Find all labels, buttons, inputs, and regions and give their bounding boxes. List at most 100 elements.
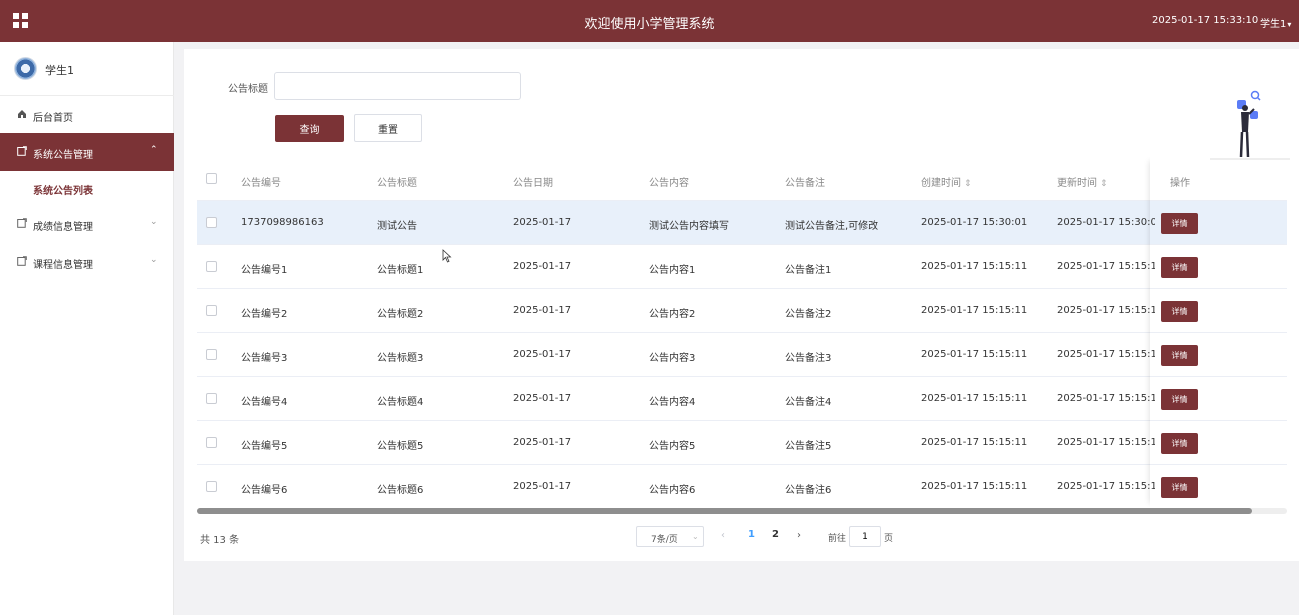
chevron-down-icon: ⌄ — [150, 255, 158, 265]
table-cell: 1737098986163 — [241, 217, 324, 228]
home-icon — [18, 110, 26, 118]
table-cell: 公告备注4 — [785, 397, 832, 408]
table-cell: 测试公告备注,可修改 — [785, 221, 879, 232]
column-header-sortable[interactable]: 创建时间 ⇕ — [921, 174, 1051, 189]
page-size-value: 7条/页 — [651, 535, 678, 545]
top-bar: 欢迎使用小学管理系统 2025-01-17 15:33:10 学生1▾ — [0, 0, 1299, 42]
table-row[interactable]: 公告编号6 公告标题6 2025-01-17 公告内容6 公告备注6 2025-01-17… — [197, 465, 1287, 507]
table-cell: 公告标题5 — [377, 441, 424, 452]
row-checkbox[interactable] — [206, 437, 217, 448]
table-cell: 2025-01-17 15:15:11 — [921, 481, 1028, 492]
sidebar-item-home[interactable]: 后台首页 — [0, 96, 174, 134]
sort-icon[interactable]: ⇕ — [1100, 179, 1108, 189]
table-cell: 2025-01-17 15:15:11 — [921, 349, 1028, 360]
main-card: 公告标题 查询 重置 公告编号 公告标题 公告日期 公告内容 公告备注 创建时间… — [184, 49, 1299, 561]
goto-label: 前往 — [828, 534, 847, 544]
row-checkbox[interactable] — [206, 481, 217, 492]
profile-name: 学生1 — [45, 64, 74, 77]
page-2-button[interactable]: 2 — [772, 529, 779, 540]
table-cell: 公告备注1 — [785, 265, 832, 276]
edit-icon — [17, 146, 27, 156]
goto-suffix: 页 — [884, 534, 894, 544]
chevron-up-icon: ⌃ — [150, 145, 158, 155]
table-row[interactable]: 公告编号5 公告标题5 2025-01-17 公告内容5 公告备注5 2025-01-17… — [197, 421, 1287, 465]
table-cell: 2025-01-17 15:15:11 — [1057, 261, 1155, 272]
chevron-down-icon: ⌄ — [150, 217, 158, 227]
table-row[interactable]: 公告编号4 公告标题4 2025-01-17 公告内容4 公告备注4 2025-01-17… — [197, 377, 1287, 421]
total-count: 共 13 条 — [200, 535, 240, 546]
table-cell: 公告编号5 — [241, 441, 288, 452]
table-cell: 公告内容6 — [649, 485, 696, 496]
sidebar-profile: 学生1 — [0, 42, 174, 96]
scrollbar-thumb[interactable] — [197, 508, 1252, 514]
page-size-select[interactable]: 7条/页 ⌄ — [636, 526, 704, 547]
table-cell: 公告内容4 — [649, 397, 696, 408]
title-search-input[interactable] — [274, 72, 521, 100]
table-cell: 公告内容5 — [649, 441, 696, 452]
chevron-down-icon: ⌄ — [692, 532, 699, 541]
table-cell: 2025-01-17 15:30:01 — [921, 217, 1028, 228]
illustration-person-icon — [1210, 90, 1290, 160]
user-menu[interactable]: 学生1▾ — [1260, 15, 1291, 30]
row-checkbox[interactable] — [206, 349, 217, 360]
table-cell: 2025-01-17 — [513, 305, 572, 316]
row-checkbox[interactable] — [206, 393, 217, 404]
sidebar-item-label: 成绩信息管理 — [33, 222, 93, 233]
search-label: 公告标题 — [228, 84, 268, 95]
table-cell: 2025-01-17 15:15:11 — [1057, 481, 1155, 492]
next-page-button[interactable]: › — [797, 530, 801, 541]
table-cell: 2025-01-17 — [513, 217, 572, 228]
table-cell: 公告标题1 — [377, 265, 424, 276]
edit-icon — [17, 218, 27, 228]
page-1-button[interactable]: 1 — [748, 529, 755, 540]
table-cell: 2025-01-17 — [513, 481, 572, 492]
table-cell: 公告标题3 — [377, 353, 424, 364]
prev-page-button[interactable]: ‹ — [721, 530, 725, 541]
table-cell: 公告备注2 — [785, 309, 832, 320]
table-cell: 公告备注5 — [785, 441, 832, 452]
table-row[interactable]: 公告编号3 公告标题3 2025-01-17 公告内容3 公告备注3 2025-01-17… — [197, 333, 1287, 377]
table-cell: 2025-01-17 15:15:11 — [921, 437, 1028, 448]
table-cell: 2025-01-17 15:15:11 — [921, 305, 1028, 316]
sidebar-item-grade-management[interactable]: 成绩信息管理 ⌄ — [0, 205, 174, 243]
select-all-checkbox[interactable] — [206, 173, 217, 184]
reset-button[interactable]: 重置 — [354, 114, 422, 142]
table-cell: 测试公告 — [377, 221, 417, 232]
sidebar-subitem-label: 系统公告列表 — [33, 186, 93, 197]
user-name: 学生1 — [1260, 19, 1287, 30]
goto-page-input[interactable] — [849, 526, 881, 547]
sidebar-item-announcement-management[interactable]: 系统公告管理 ⌃ — [0, 133, 174, 171]
horizontal-scrollbar[interactable] — [197, 508, 1287, 514]
table-cell: 2025-01-17 — [513, 261, 572, 272]
table-cell: 公告编号4 — [241, 397, 288, 408]
table-cell: 公告编号1 — [241, 265, 288, 276]
table-cell: 公告内容3 — [649, 353, 696, 364]
column-header-sortable[interactable]: 更新时间 ⇕ — [1057, 174, 1155, 189]
table-cell: 2025-01-17 15:15:11 — [1057, 393, 1155, 404]
row-checkbox[interactable] — [206, 217, 217, 228]
sidebar-subitem-announcement-list[interactable]: 系统公告列表 — [0, 171, 174, 205]
table-row[interactable]: 公告编号2 公告标题2 2025-01-17 公告内容2 公告备注2 2025-01-17… — [197, 289, 1287, 333]
query-button[interactable]: 查询 — [275, 115, 344, 142]
table-cell: 公告备注6 — [785, 485, 832, 496]
row-checkbox[interactable] — [206, 261, 217, 272]
column-header: 公告日期 — [513, 178, 553, 189]
table-cell: 公告标题4 — [377, 397, 424, 408]
edit-icon — [17, 256, 27, 266]
sort-icon[interactable]: ⇕ — [964, 179, 972, 189]
table-cell: 2025-01-17 15:15:11 — [1057, 349, 1155, 360]
table-cell: 2025-01-17 — [513, 437, 572, 448]
table-row[interactable]: 1737098986163 测试公告 2025-01-17 测试公告内容填写 测试公告备… — [197, 201, 1287, 245]
column-header-label: 更新时间 — [1057, 178, 1097, 189]
table-cell: 2025-01-17 15:30:09 — [1057, 217, 1155, 228]
operation-column — [1150, 157, 1287, 507]
mouse-cursor-icon — [442, 249, 452, 263]
table-row[interactable]: 公告编号1 公告标题1 2025-01-17 公告内容1 公告备注1 2025-01-17… — [197, 245, 1287, 289]
table-cell: 公告内容1 — [649, 265, 696, 276]
datetime-display: 2025-01-17 15:33:10 — [1152, 15, 1259, 26]
row-checkbox[interactable] — [206, 305, 217, 316]
table-cell: 公告编号3 — [241, 353, 288, 364]
avatar — [14, 57, 37, 80]
sidebar-item-course-management[interactable]: 课程信息管理 ⌄ — [0, 243, 174, 281]
table-cell: 公告标题6 — [377, 485, 424, 496]
